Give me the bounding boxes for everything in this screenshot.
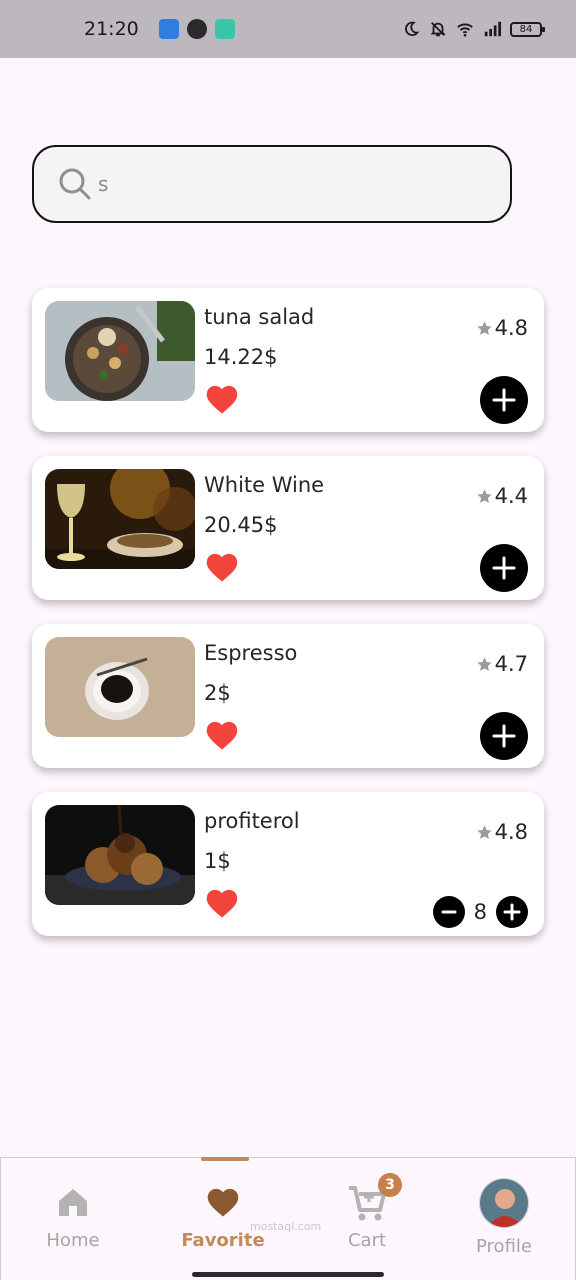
item-price: 1$ <box>204 849 231 873</box>
bottom-navigation: Home Favorite Cart 3 Profile <box>0 1157 576 1280</box>
rating: 4.4 <box>476 484 528 508</box>
rating: 4.7 <box>476 652 528 676</box>
item-price: 20.45$ <box>204 513 278 537</box>
item-price: 2$ <box>204 681 231 705</box>
add-to-cart-button[interactable] <box>480 544 528 592</box>
item-name: White Wine <box>204 473 325 497</box>
wifi-icon <box>457 23 473 37</box>
food-card[interactable]: Espresso 2$ 4.7 <box>32 624 544 768</box>
rating-value: 4.8 <box>494 316 528 340</box>
heart-icon <box>207 1188 239 1217</box>
rating: 4.8 <box>476 316 528 340</box>
food-card[interactable]: tuna salad 14.22$ 4.8 <box>32 288 544 432</box>
food-image <box>45 805 195 905</box>
food-image <box>45 301 195 401</box>
nav-cart[interactable]: Cart <box>295 1158 439 1268</box>
status-time: 21:20 <box>84 18 139 40</box>
food-image <box>45 637 195 737</box>
item-name: tuna salad <box>204 305 315 329</box>
heart-icon[interactable] <box>204 551 240 583</box>
app-notification-icon <box>214 19 235 39</box>
nav-label-profile: Profile <box>476 1236 532 1257</box>
heart-icon[interactable] <box>204 719 240 751</box>
rating-value: 4.4 <box>494 484 528 508</box>
nav-label-favorite: Favorite <box>181 1230 265 1251</box>
food-card[interactable]: White Wine 20.45$ 4.4 <box>32 456 544 600</box>
battery-icon: 84 <box>510 21 545 37</box>
heart-icon[interactable] <box>204 383 240 415</box>
plus-icon <box>492 556 516 580</box>
watermark: mostaql.com <box>250 1220 322 1233</box>
search-input[interactable] <box>98 172 478 196</box>
quantity-stepper: 8 <box>432 896 528 928</box>
home-icon <box>59 1189 87 1216</box>
avatar <box>479 1178 529 1228</box>
item-price: 14.22$ <box>204 345 278 369</box>
food-card[interactable]: profiterol 1$ 4.8 8 <box>32 792 544 936</box>
cart-badge: 3 <box>378 1173 402 1197</box>
star-icon <box>477 320 492 335</box>
nav-label-home: Home <box>46 1230 100 1251</box>
nav-home[interactable]: Home <box>1 1158 145 1268</box>
rating: 4.8 <box>476 820 528 844</box>
minus-icon <box>441 910 457 914</box>
app-notification-icon <box>186 19 207 39</box>
quantity-value: 8 <box>473 900 487 924</box>
bell-off-icon <box>430 22 446 37</box>
item-name: Espresso <box>204 641 298 665</box>
plus-icon <box>503 903 521 921</box>
rating-value: 4.8 <box>494 820 528 844</box>
increase-button[interactable] <box>496 896 528 928</box>
star-icon <box>477 824 492 839</box>
heart-icon[interactable] <box>204 887 240 919</box>
star-icon <box>477 488 492 503</box>
rating-value: 4.7 <box>494 652 528 676</box>
status-bar: 21:20 84 <box>0 0 576 58</box>
star-icon <box>477 656 492 671</box>
status-icons: 84 <box>402 20 545 38</box>
search-bar[interactable] <box>32 145 512 223</box>
moon-icon <box>405 21 420 37</box>
nav-profile[interactable]: Profile <box>432 1158 576 1268</box>
nav-label-cart: Cart <box>347 1230 387 1251</box>
plus-icon <box>492 388 516 412</box>
nav-favorite[interactable]: Favorite <box>151 1158 295 1268</box>
search-icon <box>59 168 91 200</box>
food-image <box>45 469 195 569</box>
add-to-cart-button[interactable] <box>480 376 528 424</box>
item-name: profiterol <box>204 809 300 833</box>
decrease-button[interactable] <box>432 896 465 928</box>
add-to-cart-button[interactable] <box>480 712 528 760</box>
signal-icon <box>484 21 501 37</box>
plus-icon <box>492 724 516 748</box>
home-indicator <box>192 1272 384 1277</box>
app-notification-icon <box>158 19 179 39</box>
